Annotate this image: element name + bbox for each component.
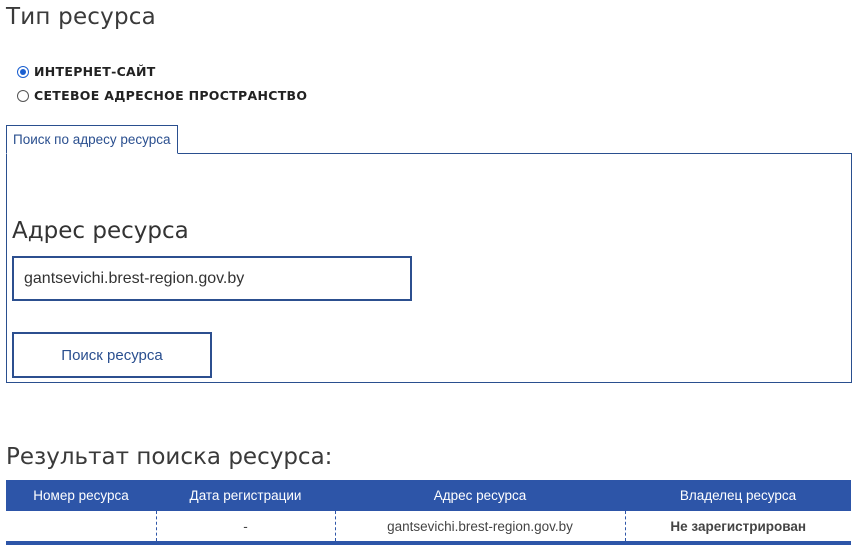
cell-date: -: [155, 511, 335, 543]
column-header-date: Дата регистрации: [156, 480, 335, 511]
resource-search-page: Тип ресурса ИНТЕРНЕТ-САЙТ СЕТЕВОЕ АДРЕСН…: [0, 0, 858, 556]
cell-number: [6, 511, 156, 543]
resource-type-title: Тип ресурса: [6, 4, 156, 30]
search-resource-button[interactable]: Поиск ресурса: [12, 332, 212, 378]
radio-network-address-space-label[interactable]: СЕТЕВОЕ АДРЕСНОЕ ПРОСТРАНСТВО: [34, 88, 307, 103]
resource-address-input[interactable]: [12, 256, 412, 301]
column-header-owner: Владелец ресурса: [625, 480, 851, 511]
search-results-title: Результат поиска ресурса:: [6, 444, 333, 470]
cell-owner-status: Не зарегистрирован: [624, 511, 851, 543]
radio-button-checked-icon[interactable]: [17, 65, 29, 78]
column-header-address: Адрес ресурса: [335, 480, 625, 511]
tab-search-by-address[interactable]: Поиск по адресу ресурса: [6, 125, 178, 154]
radio-button-unchecked-icon[interactable]: [17, 89, 29, 102]
results-table: Номер ресурса Дата регистрации Адрес рес…: [6, 480, 851, 545]
cell-address: gantsevichi.brest-region.gov.by: [334, 511, 625, 543]
radio-internet-site[interactable]: ИНТЕРНЕТ-САЙТ: [17, 64, 156, 79]
column-header-number: Номер ресурса: [6, 480, 156, 511]
radio-internet-site-label[interactable]: ИНТЕРНЕТ-САЙТ: [34, 64, 156, 79]
resource-address-label: Адрес ресурса: [12, 218, 189, 244]
radio-network-address-space[interactable]: СЕТЕВОЕ АДРЕСНОЕ ПРОСТРАНСТВО: [17, 88, 307, 103]
table-row: - gantsevichi.brest-region.gov.by Не зар…: [6, 511, 851, 543]
results-header-row: Номер ресурса Дата регистрации Адрес рес…: [6, 480, 851, 511]
